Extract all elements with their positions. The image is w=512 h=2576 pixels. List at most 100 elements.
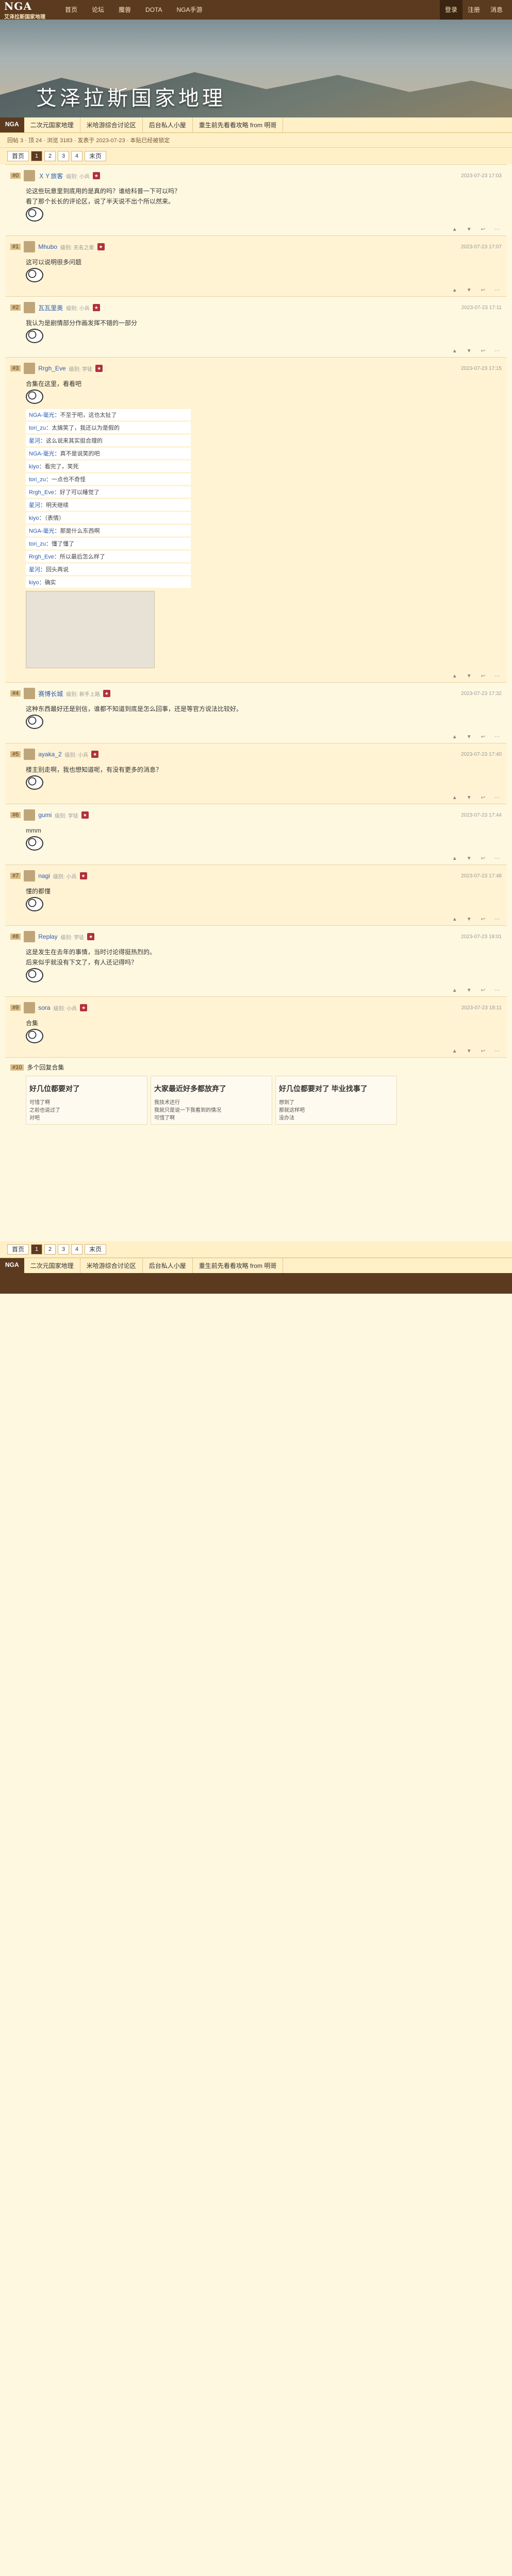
reply-user[interactable]: NGA-毫光 <box>29 451 55 457</box>
pager-page[interactable]: 1 <box>31 1244 43 1255</box>
username[interactable]: ＸＹ旅客 <box>38 172 63 180</box>
pager-page[interactable]: 2 <box>44 1244 56 1255</box>
more-icon[interactable]: ⋯ <box>492 795 502 801</box>
login-link[interactable]: 登录 <box>439 0 463 20</box>
reply-user[interactable]: Rrgh_Eve <box>29 489 54 496</box>
avatar[interactable] <box>24 870 36 882</box>
pager-last[interactable]: 末页 <box>85 1244 107 1255</box>
reply-icon[interactable]: ↩ <box>479 917 487 922</box>
like-icon[interactable]: ▲ <box>450 988 459 993</box>
like-icon[interactable]: ▲ <box>450 287 459 293</box>
avatar[interactable] <box>24 688 36 699</box>
avatar[interactable] <box>24 241 36 252</box>
more-icon[interactable]: ⋯ <box>492 1048 502 1054</box>
tab-forum[interactable]: 二次元国家地理 <box>24 117 80 132</box>
username[interactable]: ayaka_2 <box>38 751 61 758</box>
reply-user[interactable]: 星河 <box>29 567 40 573</box>
more-icon[interactable]: ⋯ <box>492 348 502 354</box>
more-icon[interactable]: ⋯ <box>492 856 502 861</box>
pager-page[interactable]: 2 <box>44 151 56 161</box>
reply-user[interactable]: tori_zu <box>29 541 46 547</box>
more-icon[interactable]: ⋯ <box>492 917 502 922</box>
like-icon[interactable]: ▲ <box>450 734 459 740</box>
like-icon[interactable]: ▲ <box>450 348 459 354</box>
dislike-icon[interactable]: ▼ <box>465 227 474 232</box>
dislike-icon[interactable]: ▼ <box>465 673 474 679</box>
pager-page[interactable]: 3 <box>58 151 70 161</box>
dislike-icon[interactable]: ▼ <box>465 287 474 293</box>
reply-icon[interactable]: ↩ <box>479 673 487 679</box>
like-icon[interactable]: ▲ <box>450 1048 459 1054</box>
reply-icon[interactable]: ↩ <box>479 856 487 861</box>
tab-home[interactable]: NGA <box>0 117 24 132</box>
reply-icon[interactable]: ↩ <box>479 734 487 740</box>
attached-image[interactable] <box>26 591 155 668</box>
username[interactable]: nagi <box>38 872 50 879</box>
dislike-icon[interactable]: ▼ <box>465 795 474 801</box>
reply-icon[interactable]: ↩ <box>479 988 487 993</box>
avatar[interactable] <box>24 363 36 374</box>
like-icon[interactable]: ▲ <box>450 227 459 232</box>
nav-item[interactable]: DOTA <box>138 0 169 20</box>
tab-forum[interactable]: 米哈游综合讨论区 <box>80 1258 143 1273</box>
nav-item[interactable]: 魔兽 <box>111 0 138 20</box>
messages-link[interactable]: 消息 <box>485 0 508 20</box>
like-icon[interactable]: ▲ <box>450 917 459 922</box>
username[interactable]: Rrgh_Eve <box>38 365 65 372</box>
nav-item[interactable]: 首页 <box>58 0 85 20</box>
dislike-icon[interactable]: ▼ <box>465 917 474 922</box>
dislike-icon[interactable]: ▼ <box>465 988 474 993</box>
tab-forum[interactable]: 重生前先看看攻略 from 明哥 <box>193 117 284 132</box>
pager-first[interactable]: 首页 <box>7 151 29 161</box>
username[interactable]: sora <box>38 1004 50 1011</box>
reply-icon[interactable]: ↩ <box>479 348 487 354</box>
reply-user[interactable]: NGA-毫光 <box>29 528 55 534</box>
reply-user[interactable]: 星河 <box>29 502 40 509</box>
dislike-icon[interactable]: ▼ <box>465 856 474 861</box>
more-icon[interactable]: ⋯ <box>492 227 502 232</box>
reply-user[interactable]: tori_zu <box>29 477 46 483</box>
dislike-icon[interactable]: ▼ <box>465 734 474 740</box>
pager-page[interactable]: 1 <box>31 151 43 161</box>
tab-forum[interactable]: 重生前先看看攻略 from 明哥 <box>193 1258 284 1273</box>
reply-user[interactable]: kiyo <box>29 580 39 586</box>
more-icon[interactable]: ⋯ <box>492 673 502 679</box>
reply-icon[interactable]: ↩ <box>479 227 487 232</box>
avatar[interactable] <box>24 931 36 942</box>
reply-icon[interactable]: ↩ <box>479 287 487 293</box>
reply-user[interactable]: 星河 <box>29 438 40 444</box>
pager-page[interactable]: 3 <box>58 1244 70 1255</box>
pager-last[interactable]: 末页 <box>85 151 107 161</box>
register-link[interactable]: 注册 <box>463 0 485 20</box>
pager-page[interactable]: 4 <box>71 151 83 161</box>
reply-user[interactable]: NGA-毫光 <box>29 412 55 418</box>
more-icon[interactable]: ⋯ <box>492 734 502 740</box>
more-icon[interactable]: ⋯ <box>492 988 502 993</box>
tab-home[interactable]: NGA <box>0 1258 24 1273</box>
dislike-icon[interactable]: ▼ <box>465 1048 474 1054</box>
reply-user[interactable]: Rrgh_Eve <box>29 554 54 560</box>
reply-icon[interactable]: ↩ <box>479 795 487 801</box>
reply-user[interactable]: tori_zu <box>29 425 46 431</box>
avatar[interactable] <box>24 749 36 760</box>
username[interactable]: 赛博长城 <box>38 689 63 698</box>
like-icon[interactable]: ▲ <box>450 795 459 801</box>
pager-page[interactable]: 4 <box>71 1244 83 1255</box>
reply-user[interactable]: kiyo <box>29 464 39 470</box>
username[interactable]: gumi <box>38 811 52 819</box>
reply-icon[interactable]: ↩ <box>479 1048 487 1054</box>
avatar[interactable] <box>24 170 36 181</box>
pager-first[interactable]: 首页 <box>7 1244 29 1255</box>
like-icon[interactable]: ▲ <box>450 673 459 679</box>
tab-forum[interactable]: 后台私人小屋 <box>143 1258 193 1273</box>
tab-forum[interactable]: 后台私人小屋 <box>143 117 193 132</box>
avatar[interactable] <box>24 809 36 821</box>
more-icon[interactable]: ⋯ <box>492 287 502 293</box>
reply-user[interactable]: kiyo <box>29 515 39 521</box>
username[interactable]: 瓦瓦里奥 <box>38 303 63 312</box>
avatar[interactable] <box>24 1002 36 1013</box>
tab-forum[interactable]: 米哈游综合讨论区 <box>80 117 143 132</box>
nav-item[interactable]: NGA手游 <box>170 0 210 20</box>
nav-item[interactable]: 论坛 <box>85 0 111 20</box>
username[interactable]: Replay <box>38 933 57 940</box>
